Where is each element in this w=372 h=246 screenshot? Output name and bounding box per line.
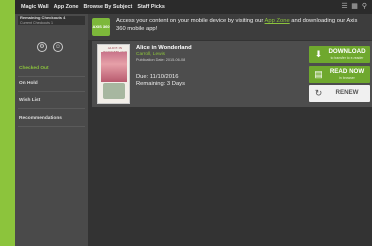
divider [18, 91, 85, 92]
renew-text: RENEW [324, 90, 370, 97]
nav-staff-picks[interactable]: Staff Picks [137, 4, 165, 10]
nav-magic-wall[interactable]: Magic Wall [21, 4, 49, 10]
current-checkouts: Current Checkouts 1 [20, 20, 53, 25]
book-info: Alice in Wonderland Carroll, Lewis Publi… [136, 45, 286, 88]
book-card: ALICE IN WONDERLAND Alice in Wonderland … [92, 41, 372, 107]
sidebar-item-on-hold[interactable]: On Hold [19, 81, 38, 86]
banner-message: Access your content on your mobile devic… [116, 18, 366, 33]
profile-icon[interactable]: ☺ [53, 42, 63, 52]
divider [18, 76, 85, 77]
download-label: DOWNLOAD [328, 48, 366, 56]
sidebar: Remaining Checkouts 4 Current Checkouts … [15, 14, 88, 246]
refresh-icon: ↻ [314, 88, 323, 98]
axis360-logo: AXIS 360 [92, 18, 110, 36]
app-window: Magic Wall App Zone Browse By Subject St… [15, 0, 372, 246]
grid-icon[interactable]: ▦ [351, 3, 358, 10]
cover-illustration [101, 52, 127, 82]
nav-app-zone[interactable]: App Zone [54, 4, 79, 10]
sidebar-item-wish-list[interactable]: Wish List [19, 98, 40, 103]
due-date: Due: 11/10/2016 [136, 74, 179, 80]
download-sub-label: to transfer to e-reader [330, 55, 364, 60]
renew-button[interactable]: ↻ RENEW [309, 85, 370, 102]
search-icon[interactable]: ⚲ [361, 3, 368, 10]
download-icon: ⬇ [314, 49, 323, 59]
menu-icon[interactable]: ☰ [341, 3, 348, 10]
divider [18, 108, 85, 109]
read-now-button[interactable]: ▤ READ NOW in browser [309, 66, 370, 83]
book-title[interactable]: Alice in Wonderland [136, 45, 286, 52]
settings-icon[interactable]: ⚙ [37, 42, 47, 52]
read-now-text: READ NOW in browser [324, 69, 370, 80]
download-text: DOWNLOAD to transfer to e-reader [324, 49, 370, 60]
book-cover[interactable]: ALICE IN WONDERLAND [97, 44, 130, 104]
banner-text-start: Access your content on your mobile devic… [116, 18, 265, 24]
cover-illustration-lower [103, 83, 125, 99]
checkout-summary: Remaining Checkouts 4 Current Checkouts … [18, 15, 85, 25]
app-zone-link[interactable]: App Zone [265, 18, 290, 24]
nav-browse-by-subject[interactable]: Browse By Subject [84, 4, 133, 10]
renew-label: RENEW [335, 89, 359, 97]
app-zone-banner: AXIS 360 Access your content on your mob… [88, 14, 372, 40]
book-icon: ▤ [314, 69, 323, 79]
top-right-icons: ☰ ▦ ⚲ [341, 3, 368, 10]
read-now-sub-label: in browser [339, 75, 355, 80]
download-button[interactable]: ⬇ DOWNLOAD to transfer to e-reader [309, 46, 370, 63]
read-now-label: READ NOW [329, 68, 365, 76]
remaining-days: Remaining: 3 Days [136, 81, 185, 87]
top-navigation: Magic Wall App Zone Browse By Subject St… [15, 0, 372, 14]
divider [18, 126, 85, 127]
sidebar-item-recommendations[interactable]: Recommendations [19, 116, 62, 121]
sidebar-item-checked-out[interactable]: Checked Out [19, 66, 49, 71]
publication-date: Publication Date: 2015-06-08 [136, 58, 186, 62]
sidebar-buttons: ⚙ ☺ [37, 42, 63, 52]
checked-out-list: ALICE IN WONDERLAND Alice in Wonderland … [88, 40, 372, 246]
